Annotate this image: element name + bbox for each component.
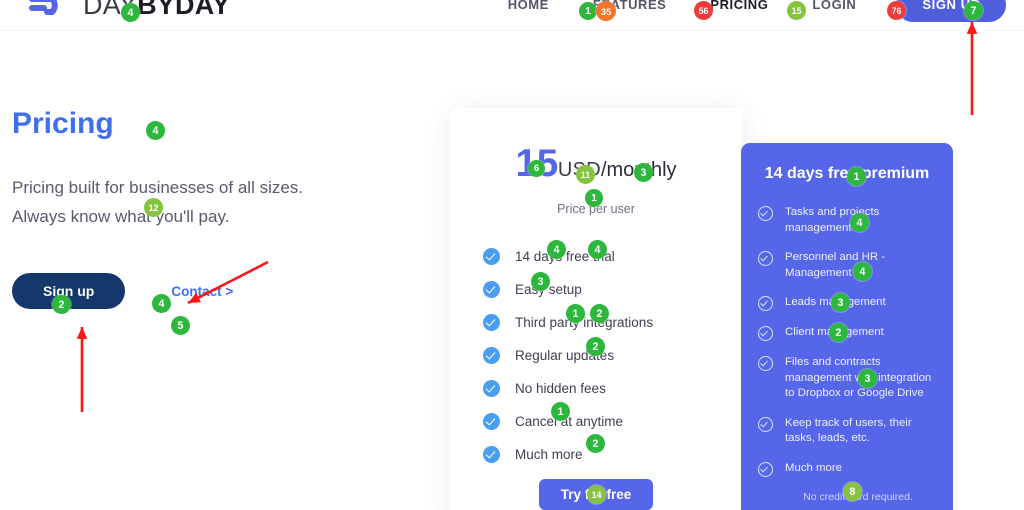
- premium-item-label: Leads management: [785, 296, 886, 308]
- feature-label: Easy setup: [515, 282, 582, 297]
- feature-item: Regular updates: [483, 347, 742, 364]
- try-button-wrap: Try for free: [450, 479, 742, 510]
- main-navigation: HOME FEATURES PRICING LOGIN SIGN UP: [486, 0, 1006, 22]
- nav-item-features[interactable]: FEATURES: [571, 0, 689, 22]
- price-currency: USD: [557, 159, 601, 181]
- page-title-row: Pricing: [12, 105, 332, 143]
- check-circle-icon: [483, 347, 500, 364]
- check-outline-icon: [758, 326, 773, 341]
- premium-panel-title: 14 days free premium: [764, 165, 930, 182]
- check-circle-icon: [483, 314, 500, 331]
- check-outline-icon: [758, 251, 773, 266]
- logo-text-light: DAY: [83, 0, 138, 20]
- feature-label: Third party integrations: [515, 315, 654, 330]
- logo-text-bold: BYDAY: [137, 0, 231, 20]
- nav-item-login[interactable]: LOGIN: [790, 0, 878, 22]
- premium-item-label: Keep track of users, their tasks, leads,…: [785, 416, 912, 445]
- logo[interactable]: DAYBYDAY: [28, 0, 230, 20]
- pricing-intro: Pricing Pricing built for businesses of …: [12, 105, 332, 309]
- premium-panel: 14 days free premium Tasks and projects …: [741, 143, 953, 510]
- feature-label: 14 days free trial: [515, 249, 615, 264]
- feature-label: Much more: [515, 447, 583, 462]
- header-signup-button[interactable]: SIGN UP: [896, 0, 1006, 22]
- feature-item: Cancel at anytime: [483, 413, 742, 430]
- premium-item: Leads management: [758, 295, 936, 311]
- price-amount: 15: [515, 142, 558, 185]
- premium-item: Keep track of users, their tasks, leads,…: [758, 416, 936, 447]
- annotation-badge: 5: [171, 316, 190, 335]
- red-arrow-up-to-sign-up-button: [76, 327, 88, 412]
- check-outline-icon: [758, 296, 773, 311]
- premium-item: Much more: [758, 461, 936, 477]
- page-title: Pricing: [12, 107, 114, 140]
- check-circle-icon: [483, 413, 500, 430]
- check-outline-icon: [758, 416, 773, 432]
- feature-label: Regular updates: [515, 348, 615, 363]
- premium-item-label: Tasks and projects management: [785, 206, 880, 234]
- nav-item-home[interactable]: HOME: [486, 0, 571, 22]
- signup-button[interactable]: Sign up: [12, 273, 126, 309]
- check-circle-icon: [483, 380, 500, 397]
- try-for-free-button[interactable]: Try for free: [538, 479, 654, 510]
- premium-item-label: Client management: [785, 326, 884, 338]
- cta-row: Sign up Contact >: [12, 273, 332, 309]
- check-circle-icon: [483, 248, 500, 265]
- pricing-card: 15USD/monthly Price per user 14 days fre…: [450, 108, 742, 510]
- price-period: /monthly: [600, 159, 677, 181]
- dayby-logo-icon: [28, 0, 74, 20]
- premium-item: Tasks and projects management: [758, 205, 936, 236]
- premium-item-label: Files and contracts management with inte…: [785, 356, 932, 399]
- check-circle-icon: [483, 281, 500, 298]
- premium-item-label: Much more: [785, 461, 842, 474]
- no-credit-card-note: No credit card required.: [803, 490, 913, 503]
- premium-item: Personnel and HR - Management: [758, 250, 936, 281]
- contact-link[interactable]: Contact >: [171, 284, 233, 299]
- nav-item-pricing[interactable]: PRICING: [688, 0, 790, 22]
- premium-feature-list: Tasks and projects management Personnel …: [758, 205, 936, 477]
- feature-item: Easy setup: [483, 281, 742, 298]
- check-circle-icon: [483, 446, 500, 463]
- check-outline-icon: [758, 206, 773, 221]
- feature-item: Third party integrations: [483, 314, 742, 331]
- price-headline: 15USD/monthly: [450, 142, 742, 186]
- premium-item: Files and contracts management with inte…: [758, 355, 936, 402]
- feature-label: Cancel at anytime: [515, 414, 624, 429]
- site-header: DAYBYDAY HOME FEATURES PRICING LOGIN SIG…: [0, 0, 1024, 31]
- feature-item: Much more: [483, 446, 742, 463]
- price-subtitle: Price per user: [557, 202, 635, 216]
- feature-item: No hidden fees: [483, 380, 742, 397]
- premium-item-label: Personnel and HR - Management: [785, 251, 886, 279]
- page-root: DAYBYDAY HOME FEATURES PRICING LOGIN SIG…: [0, 0, 1024, 510]
- premium-item: Client management: [758, 325, 936, 341]
- check-outline-icon: [758, 356, 773, 371]
- feature-list: 14 days free trial Easy setup Third part…: [450, 248, 742, 463]
- pricing-lead-text: Pricing built for businesses of all size…: [12, 178, 304, 226]
- check-outline-icon: [758, 461, 773, 477]
- feature-item: 14 days free trial: [483, 248, 742, 265]
- feature-label: No hidden fees: [515, 381, 606, 396]
